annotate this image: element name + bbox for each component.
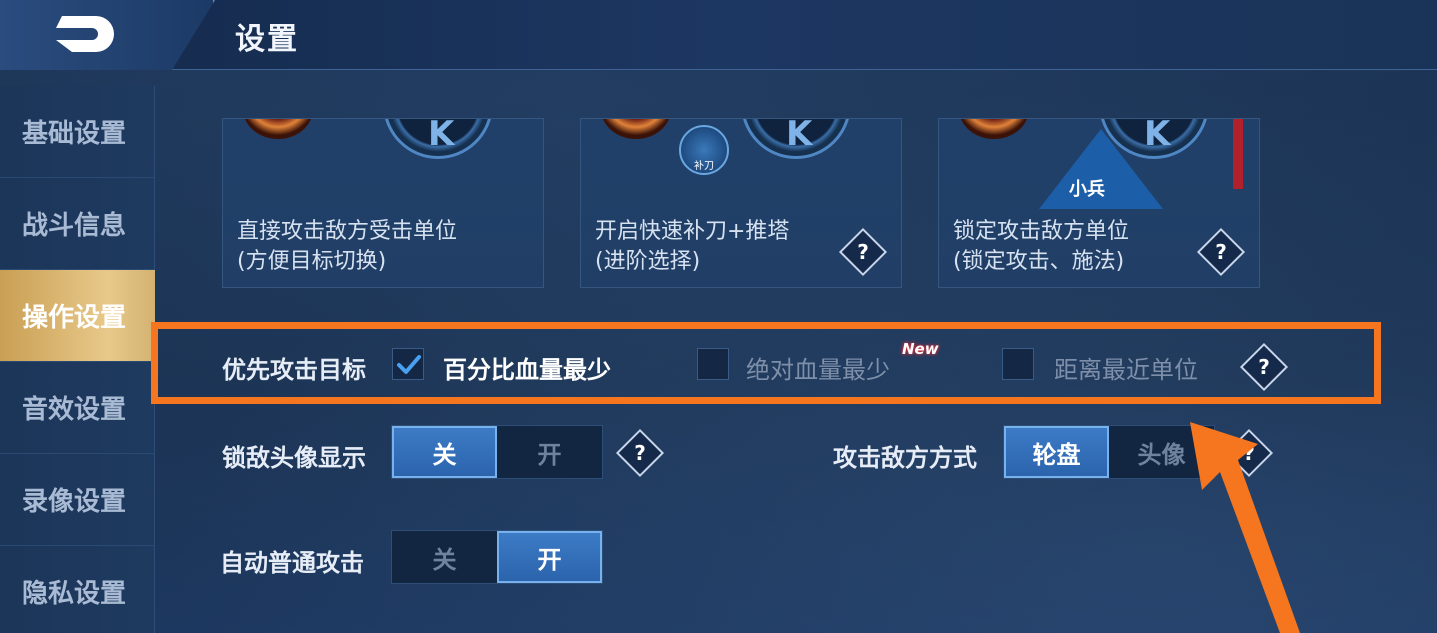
pointer-arrow-icon [1190,422,1300,633]
toggle-on-option[interactable]: 开 [497,426,602,478]
skill-icon [243,119,313,139]
lock-avatar-label: 锁敌头像显示 [222,444,366,472]
back-button[interactable] [0,0,215,70]
back-arrow-icon [56,16,114,52]
toggle-on-option[interactable]: 开 [497,531,602,583]
sidebar-item-privacy[interactable]: 隐私设置 [0,546,155,633]
wheel-option[interactable]: 轮盘 [1004,426,1109,478]
last-hit-icon: 补刀 [679,125,729,175]
sidebar-item-replay[interactable]: 录像设置 [0,454,155,546]
auto-attack-label: 自动普通攻击 [220,549,364,577]
sidebar-item-battle-info[interactable]: 战斗信息 [0,178,155,270]
attack-mode-label: 攻击敌方方式 [833,444,977,472]
sidebar: 基础设置 战斗信息 操作设置 音效设置 录像设置 隐私设置 [0,86,155,633]
toggle-off-option[interactable]: 关 [392,531,497,583]
red-accent [1233,119,1243,189]
lock-avatar-toggle[interactable]: 关 开 [391,425,603,479]
card-title: 锁定攻击敌方单位 [953,219,1130,244]
toggle-off-option[interactable]: 关 [392,426,497,478]
help-icon[interactable]: ? [838,227,888,277]
page-title: 设置 [235,22,299,57]
sidebar-item-basic[interactable]: 基础设置 [0,86,155,178]
highlight-box [151,322,1381,404]
help-icon[interactable]: ? [1196,227,1246,277]
card-subtitle: (方便目标切换) [237,249,387,274]
skill-icon [601,119,671,139]
header-bar: 设置 [0,0,1437,70]
sidebar-item-audio[interactable]: 音效设置 [0,362,155,454]
mode-card-last-hit[interactable]: 补刀 K 开启快速补刀+推塔 (进阶选择) ? [580,118,902,288]
card-title: 开启快速补刀+推塔 [595,219,790,244]
sidebar-item-controls[interactable]: 操作设置 [0,270,155,362]
joystick-icon: K [741,119,851,159]
minion-label: 小兵 [1069,179,1105,200]
card-title: 直接攻击敌方受击单位 [237,219,458,244]
card-subtitle: (进阶选择) [595,249,701,274]
joystick-icon: K [383,119,493,159]
card-subtitle: (锁定攻击、施法) [953,249,1125,274]
auto-attack-toggle[interactable]: 关 开 [391,530,603,584]
mode-card-lock[interactable]: 小兵 K 锁定攻击敌方单位 (锁定攻击、施法) ? [938,118,1260,288]
skill-icon [959,119,1029,139]
mode-card-direct[interactable]: K 直接攻击敌方受击单位 (方便目标切换) [222,118,544,288]
